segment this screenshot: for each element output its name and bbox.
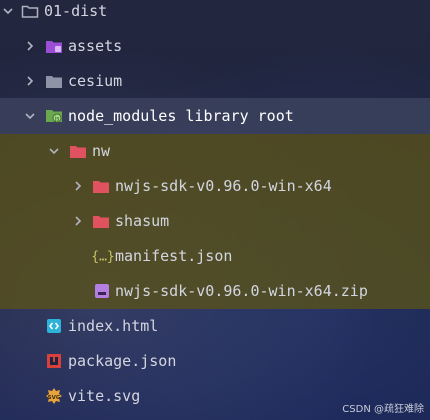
svg-file-icon: SVG: [45, 387, 63, 405]
npm-package-icon: [45, 352, 63, 370]
library-root-hint: library root: [185, 107, 294, 125]
svg-text:SVG: SVG: [48, 395, 61, 401]
green-node-folder-icon: js: [45, 107, 63, 125]
tree-item-label: nw: [92, 142, 111, 160]
tree-item-label: index.html: [68, 317, 159, 335]
html-file-icon: [45, 317, 63, 335]
tree-item-label: cesium: [68, 72, 123, 90]
zip-archive-icon: [93, 282, 111, 300]
tree-row-package-json[interactable]: package.json: [0, 344, 430, 379]
tree-item-label: assets: [68, 37, 123, 55]
folder-outline-icon: [21, 2, 39, 20]
json-braces-icon: {…}: [92, 247, 114, 265]
tree-item-label: manifest.json: [115, 247, 233, 265]
tree-item-label: nwjs-sdk-v0.96.0-win-x64.zip: [115, 282, 368, 300]
red-folder-icon: [92, 212, 110, 230]
tree-row-nw[interactable]: nw: [0, 134, 430, 169]
chevron-right-icon[interactable]: [70, 213, 86, 229]
grey-folder-icon: [45, 72, 63, 90]
tree-row-index-html[interactable]: index.html: [0, 309, 430, 344]
tree-row-nwjs-sdk-zip[interactable]: nwjs-sdk-v0.96.0-win-x64.zip: [0, 274, 430, 309]
tree-item-label: shasum: [115, 212, 170, 230]
chevron-down-icon[interactable]: [22, 108, 38, 124]
chevron-down-icon[interactable]: [46, 143, 62, 159]
chevron-right-icon[interactable]: [22, 73, 38, 89]
watermark: CSDN @疏狂难除: [342, 404, 424, 415]
tree-item-label: 01-dist: [44, 2, 108, 20]
node-modules-name: node_modules: [68, 107, 177, 125]
tree-row-assets[interactable]: assets: [0, 29, 430, 64]
red-folder-icon: [69, 142, 87, 160]
tree-item-label: vite.svg: [68, 387, 141, 405]
tree-row-01-dist[interactable]: 01-dist: [0, 0, 430, 29]
purple-folder-icon: [45, 37, 63, 55]
tree-item-label: nwjs-sdk-v0.96.0-win-x64: [115, 177, 332, 195]
chevron-right-icon[interactable]: [70, 178, 86, 194]
tree-row-nwjs-sdk-folder[interactable]: nwjs-sdk-v0.96.0-win-x64: [0, 169, 430, 204]
tree-item-label: node_modules library root: [68, 99, 294, 134]
tree-item-label: package.json: [68, 352, 177, 370]
tree-row-node-modules[interactable]: js node_modules library root: [0, 99, 430, 134]
svg-text:js: js: [54, 116, 60, 123]
red-folder-icon: [92, 177, 110, 195]
chevron-right-icon[interactable]: [22, 38, 38, 54]
tree-row-manifest-json[interactable]: {…} manifest.json: [0, 239, 430, 274]
chevron-down-icon[interactable]: [0, 3, 16, 19]
tree-row-cesium[interactable]: cesium: [0, 64, 430, 99]
svg-text:{…}: {…}: [92, 250, 114, 265]
tree-row-shasum[interactable]: shasum: [0, 204, 430, 239]
